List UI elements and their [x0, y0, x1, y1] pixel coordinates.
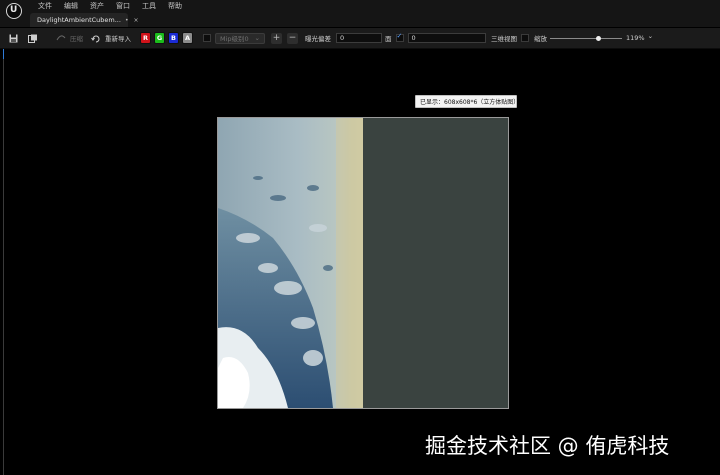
exposure-input[interactable]: 0 — [336, 33, 382, 43]
compress-button[interactable]: 压缩 — [55, 28, 83, 48]
menu-file[interactable]: 文件 — [32, 1, 58, 11]
decrease-button[interactable]: − — [287, 32, 298, 44]
view3d-control: 三维视图 — [491, 28, 529, 48]
unsaved-indicator: • — [124, 16, 129, 24]
cubemap-texture-preview — [217, 117, 509, 409]
view3d-label: 三维视图 — [491, 35, 517, 43]
face-label: 面 — [385, 35, 392, 43]
mip-checkbox[interactable] — [203, 34, 211, 42]
reimport-button[interactable]: 重新导入 — [90, 28, 131, 48]
mip-level-value: Mip级别0 — [220, 35, 249, 43]
exposure-control: 曝光偏差 0 — [305, 28, 382, 48]
channel-blue-toggle[interactable]: B — [168, 32, 179, 44]
channel-red-toggle[interactable]: R — [140, 32, 151, 44]
increase-button[interactable]: + — [271, 32, 282, 44]
unreal-logo-icon[interactable]: U — [6, 3, 22, 19]
mip-control: Mip级别0 ⌄ — [203, 28, 265, 48]
channel-alpha-toggle[interactable]: A — [182, 32, 193, 44]
menu-bar: 文件 编辑 资产 窗口 工具 帮助 — [0, 0, 720, 12]
sky-texture-image — [218, 118, 508, 408]
save-button[interactable] — [7, 28, 19, 48]
chevron-down-icon: ⌄ — [254, 34, 260, 42]
compress-icon — [55, 32, 67, 44]
chevron-down-icon: ⌄ — [647, 32, 654, 40]
face-checkbox[interactable] — [395, 34, 404, 42]
menu-window[interactable]: 窗口 — [110, 1, 136, 11]
zoom-value: 119% — [626, 34, 645, 42]
watermark-text: 掘金技术社区 @ 侑虎科技 — [425, 434, 670, 458]
face-index-input[interactable]: 0 — [407, 33, 486, 43]
menu-asset[interactable]: 资产 — [84, 1, 110, 11]
channel-green-toggle[interactable]: G — [154, 32, 165, 44]
reimport-icon — [90, 32, 102, 44]
tab-close-icon[interactable]: × — [133, 17, 138, 24]
tab-bar: DaylightAmbientCubem... • × — [0, 12, 720, 27]
mip-level-dropdown[interactable]: Mip级别0 ⌄ — [215, 32, 265, 44]
main-menu: 文件 编辑 资产 窗口 工具 帮助 — [32, 1, 188, 11]
zoom-readout[interactable]: 119% ⌄ — [626, 28, 653, 48]
compress-label: 压缩 — [70, 35, 83, 43]
save-icon — [7, 32, 19, 44]
dimension-tooltip: 已显示：608x608*6（立方体贴图） — [415, 95, 519, 108]
reimport-label: 重新导入 — [105, 35, 131, 43]
zoom-slider[interactable] — [550, 28, 622, 48]
editor-toolbar: 压缩 重新导入 R G B A Mip级别0 ⌄ + − 曝光偏差 0 面 0 … — [0, 28, 720, 49]
tab-title: DaylightAmbientCubem... — [37, 16, 121, 24]
browse-button[interactable] — [27, 28, 39, 48]
mip-stepper: + − — [271, 28, 298, 48]
channel-toggles: R G B A — [140, 28, 193, 48]
zoom-label: 缩放 — [534, 35, 547, 43]
menu-edit[interactable]: 编辑 — [58, 1, 84, 11]
tab-texture-editor[interactable]: DaylightAmbientCubem... • × — [30, 13, 139, 27]
zoom-control: 缩放 — [534, 28, 547, 48]
view3d-checkbox[interactable] — [521, 34, 529, 42]
menu-tools[interactable]: 工具 — [136, 1, 162, 11]
zoom-slider-handle[interactable] — [596, 36, 602, 41]
face-control: 面 0 — [385, 28, 486, 48]
menu-help[interactable]: 帮助 — [162, 1, 188, 11]
zoom-slider-track — [550, 38, 622, 39]
exposure-label: 曝光偏差 — [305, 35, 331, 43]
browse-in-content-browser-icon — [27, 32, 39, 44]
